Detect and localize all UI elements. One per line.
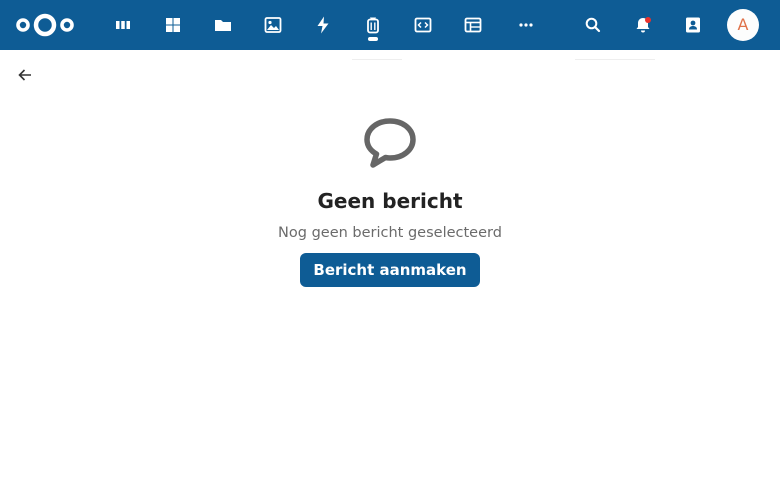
photos-icon bbox=[264, 17, 282, 33]
search-button[interactable] bbox=[573, 5, 613, 45]
empty-state-description: Nog geen bericht geselecteerd bbox=[278, 225, 502, 241]
search-icon bbox=[585, 17, 601, 33]
files-icon bbox=[215, 20, 231, 31]
speech-bubble-icon bbox=[364, 118, 416, 168]
dashboard-icon bbox=[116, 21, 130, 29]
empty-state-title: Geen bericht bbox=[317, 189, 463, 213]
app-more[interactable] bbox=[506, 0, 546, 50]
app-photos[interactable] bbox=[253, 0, 293, 50]
empty-state: Geen bericht Nog geen bericht geselectee… bbox=[0, 115, 780, 287]
app-text[interactable] bbox=[403, 0, 443, 50]
contacts-icon bbox=[686, 17, 700, 33]
arrow-left-icon bbox=[18, 69, 31, 81]
app-files[interactable] bbox=[203, 0, 243, 50]
active-app-indicator bbox=[368, 37, 378, 41]
app-activity[interactable] bbox=[303, 0, 343, 50]
divider bbox=[352, 59, 402, 60]
notifications-button[interactable] bbox=[623, 5, 663, 45]
avatar-initial: A bbox=[737, 15, 749, 34]
create-message-button[interactable]: Bericht aanmaken bbox=[300, 253, 480, 287]
nextcloud-logo-icon[interactable] bbox=[14, 11, 76, 39]
app-grid[interactable] bbox=[153, 0, 193, 50]
divider bbox=[575, 59, 655, 60]
back-button[interactable] bbox=[10, 60, 40, 90]
app-mail[interactable] bbox=[353, 0, 393, 50]
text-editor-icon bbox=[414, 17, 432, 33]
notification-dot bbox=[645, 17, 651, 23]
more-apps-icon bbox=[519, 23, 533, 27]
app-dashboard[interactable] bbox=[103, 0, 143, 50]
top-header: A bbox=[0, 0, 780, 50]
tables-icon bbox=[464, 17, 482, 33]
app-tables[interactable] bbox=[453, 0, 493, 50]
user-avatar[interactable]: A bbox=[727, 9, 759, 41]
mail-icon bbox=[367, 17, 379, 34]
activity-icon bbox=[317, 16, 329, 34]
grid-icon bbox=[166, 18, 180, 32]
contacts-button[interactable] bbox=[673, 5, 713, 45]
